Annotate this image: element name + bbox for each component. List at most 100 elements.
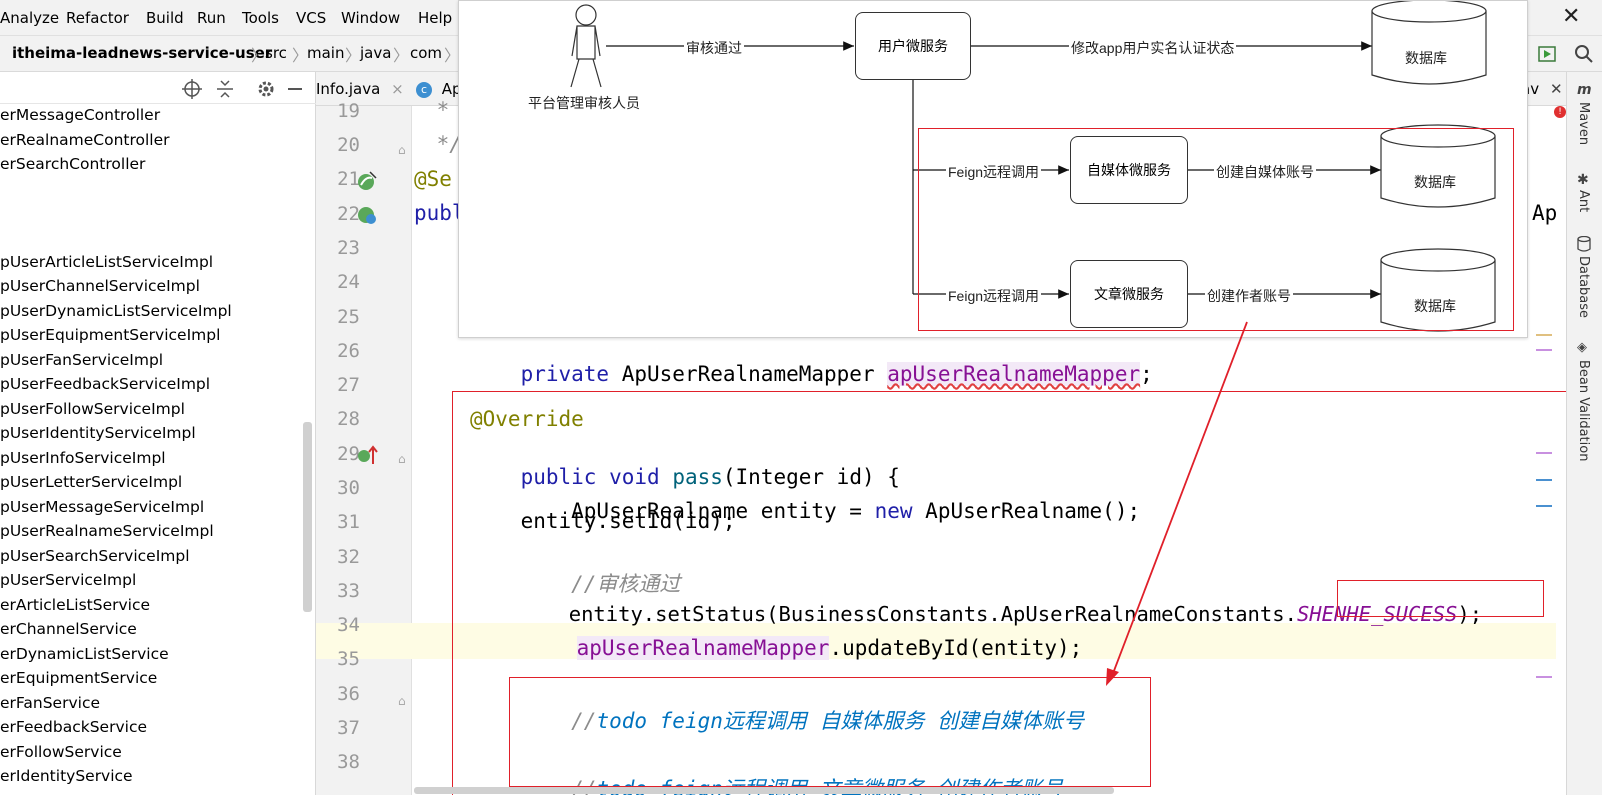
database-icon (1577, 236, 1591, 252)
tree-item[interactable]: pUserRealnameServiceImpl (0, 522, 214, 540)
line-number: 27 (337, 374, 360, 396)
gear-icon[interactable] (256, 79, 276, 99)
edge-label-feign: Feign远程调用 (946, 162, 1042, 182)
tree-item[interactable]: erRealnameController (0, 131, 170, 149)
scroll-marker[interactable] (1536, 505, 1552, 507)
code-line-22-right: Ap (1532, 201, 1558, 225)
window-close-button[interactable]: ✕ (1562, 4, 1580, 29)
run-console-icon[interactable] (1538, 46, 1556, 62)
tree-item[interactable]: erFeedbackService (0, 718, 147, 736)
tree-item[interactable]: pUserDynamicListServiceImpl (0, 302, 232, 320)
tool-maven[interactable]: Maven (1576, 102, 1591, 145)
line-number: 34 (337, 614, 360, 636)
breadcrumb-module[interactable]: itheima-leadnews-service-user (12, 44, 272, 62)
scroll-marker[interactable] (1536, 676, 1552, 678)
tool-ant[interactable]: Ant (1576, 190, 1591, 212)
actor-label: 平台管理审核人员 (528, 95, 640, 111)
menu-analyze[interactable]: Analyze (0, 9, 59, 27)
error-indicator-icon[interactable]: ! (1554, 106, 1566, 118)
tree-item[interactable]: pUserEquipmentServiceImpl (0, 326, 220, 344)
tree-item[interactable]: erChannelService (0, 620, 137, 638)
edge-label-update: 修改app用户实名认证状态 (1069, 38, 1237, 58)
breadcrumb-separator-icon: 〉 (345, 46, 362, 65)
tool-database[interactable]: Database (1576, 256, 1591, 318)
menu-refactor[interactable]: Refactor (66, 9, 129, 27)
line-number: 37 (337, 717, 360, 739)
collapse-all-icon[interactable] (216, 79, 234, 99)
database-label: 数据库 (1414, 174, 1456, 190)
breadcrumb-java[interactable]: java (360, 44, 391, 62)
menu-help[interactable]: Help (418, 9, 452, 27)
hide-panel-icon[interactable] (286, 79, 304, 99)
tab-close-icon[interactable]: × (391, 80, 404, 98)
line-number: 20 (337, 134, 360, 156)
project-panel: erMessageController erRealnameController… (0, 72, 316, 795)
spring-class-icon[interactable] (356, 204, 378, 226)
code-line-22: publ (414, 201, 465, 225)
menu-build[interactable]: Build (146, 9, 184, 27)
menu-vcs[interactable]: VCS (296, 9, 326, 27)
tree-item[interactable]: pUserMessageServiceImpl (0, 498, 204, 516)
tree-item[interactable]: pUserServiceImpl (0, 571, 136, 589)
line-number: 31 (337, 511, 360, 533)
tree-item[interactable]: erFanService (0, 694, 100, 712)
line-number: 24 (337, 271, 360, 293)
tree-item[interactable]: erDynamicListService (0, 645, 169, 663)
tree-item[interactable]: pUserFollowServiceImpl (0, 400, 185, 418)
fold-icon[interactable]: ⌂ (398, 694, 406, 708)
database-label: 数据库 (1405, 50, 1447, 66)
tree-item[interactable]: erFollowService (0, 743, 122, 761)
scroll-marker[interactable] (1536, 349, 1552, 351)
tree-item[interactable]: pUserSearchServiceImpl (0, 547, 190, 565)
code-line-19: * (424, 98, 462, 122)
editor-horizontal-scrollbar[interactable] (414, 787, 1114, 794)
scroll-marker[interactable] (1536, 334, 1552, 336)
menu-tools[interactable]: Tools (242, 9, 279, 27)
tree-item[interactable]: pUserChannelServiceImpl (0, 277, 200, 295)
project-scrollbar[interactable] (303, 422, 312, 612)
breadcrumb-src[interactable]: src (265, 44, 287, 62)
tree-item[interactable]: erArticleListService (0, 596, 150, 614)
tree-item[interactable]: pUserInfoServiceImpl (0, 449, 166, 467)
annotation-box-todo (509, 677, 1151, 787)
class-icon: c (416, 81, 432, 98)
tree-item[interactable]: pUserLetterServiceImpl (0, 473, 182, 491)
tree-item[interactable]: pUserFeedbackServiceImpl (0, 375, 210, 393)
tree-item[interactable]: pUserIdentityServiceImpl (0, 424, 196, 442)
ide-window: Analyze Refactor Build Run Tools VCS Win… (0, 0, 1602, 795)
tree-item[interactable]: erMessageController (0, 106, 160, 124)
spring-bean-icon[interactable] (356, 170, 378, 192)
implements-method-icon[interactable] (356, 444, 378, 466)
fold-icon[interactable]: ⌂ (398, 143, 406, 157)
tree-item[interactable]: erIdentityService (0, 767, 133, 785)
fold-icon[interactable]: ⌂ (398, 452, 406, 466)
article-service-node: 文章微服务 (1070, 260, 1188, 328)
tree-item[interactable]: pUserFanServiceImpl (0, 351, 163, 369)
tab-close-icon[interactable]: ✕ (1550, 80, 1563, 98)
locate-file-icon[interactable] (182, 79, 202, 99)
tab-ap[interactable]: c Ap (416, 80, 462, 98)
line-number: 36 (337, 683, 360, 705)
ant-icon: ✱ (1577, 172, 1589, 188)
tab-label: Info.java (316, 80, 381, 98)
search-icon[interactable] (1574, 44, 1594, 64)
line-number: 25 (337, 306, 360, 328)
bean-validation-icon: ◈ (1577, 340, 1587, 355)
line-number: 22 (337, 203, 360, 225)
field-name: apUserRealnameMapper (887, 362, 1141, 386)
menu-window[interactable]: Window (341, 9, 400, 27)
tree-item[interactable]: erEquipmentService (0, 669, 157, 687)
breadcrumb-main[interactable]: main (307, 44, 344, 62)
menu-run[interactable]: Run (197, 9, 226, 27)
breadcrumb-com[interactable]: com (410, 44, 442, 62)
right-tool-strip: m Maven ✱ Ant Database ◈ Bean Validation (1566, 72, 1602, 795)
tool-bean-validation[interactable]: Bean Validation (1576, 360, 1591, 461)
tree-item[interactable]: pUserArticleListServiceImpl (0, 253, 213, 271)
tab-info-java[interactable]: Info.java × (316, 80, 404, 98)
scroll-marker[interactable] (1536, 479, 1552, 481)
tree-item[interactable]: erSearchController (0, 155, 145, 173)
line-number: 23 (337, 237, 360, 259)
breadcrumb-separator-icon: 〉 (393, 46, 410, 65)
maven-icon: m (1577, 82, 1592, 98)
scroll-marker[interactable] (1536, 452, 1552, 454)
